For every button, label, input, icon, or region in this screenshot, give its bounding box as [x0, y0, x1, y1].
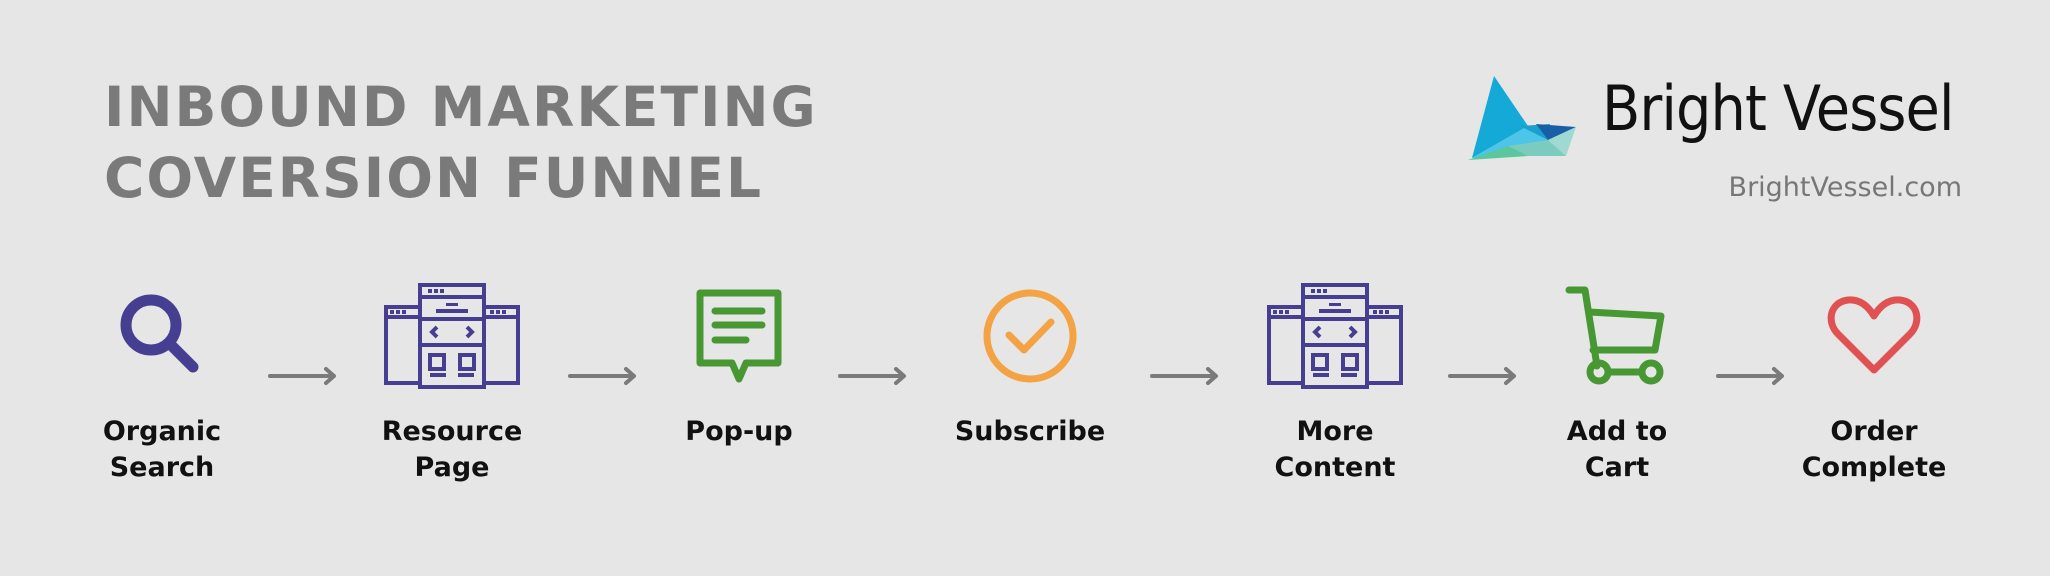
- brand-block: Bright Vessel BrightVessel.com: [1468, 66, 1988, 216]
- step-label: Subscribe: [954, 416, 1106, 447]
- right-arrow-icon: [268, 367, 336, 385]
- web-page-layout-icon: [1267, 283, 1403, 389]
- step-more-content: More Content: [1225, 280, 1445, 486]
- paper-boat-icon: [1468, 76, 1576, 160]
- right-arrow-icon: [838, 367, 906, 385]
- step-organic-search: Organic Search: [52, 280, 272, 486]
- step-add-to-cart: Add to Cart: [1507, 280, 1727, 486]
- speech-bubble-icon: [696, 289, 782, 383]
- step-label: More Content: [1274, 416, 1396, 483]
- step-label: Order Complete: [1801, 416, 1947, 483]
- step-order-complete: Order Complete: [1764, 280, 1984, 486]
- page-title: INBOUND MARKETING COVERSION FUNNEL: [104, 72, 818, 214]
- step-label: Organic Search: [102, 416, 222, 483]
- right-arrow-icon: [1150, 367, 1218, 385]
- brand-name: Bright Vessel: [1602, 72, 1954, 145]
- step-resource-page: Resource Page: [342, 280, 562, 486]
- step-label: Resource Page: [381, 416, 523, 483]
- step-subscribe: Subscribe: [920, 280, 1140, 450]
- shopping-cart-icon: [1565, 286, 1665, 385]
- heart-icon: [1827, 296, 1921, 374]
- step-label: Pop-up: [685, 416, 793, 447]
- web-page-layout-icon: [384, 283, 520, 389]
- title-line-1: INBOUND MARKETING: [104, 75, 818, 139]
- title-line-2: COVERSION FUNNEL: [104, 146, 764, 210]
- step-pop-up: Pop-up: [629, 280, 849, 450]
- step-label: Add to Cart: [1566, 416, 1668, 483]
- check-circle-icon: [983, 289, 1077, 383]
- brand-url[interactable]: BrightVessel.com: [1729, 172, 1962, 203]
- magnifier-icon: [120, 294, 199, 373]
